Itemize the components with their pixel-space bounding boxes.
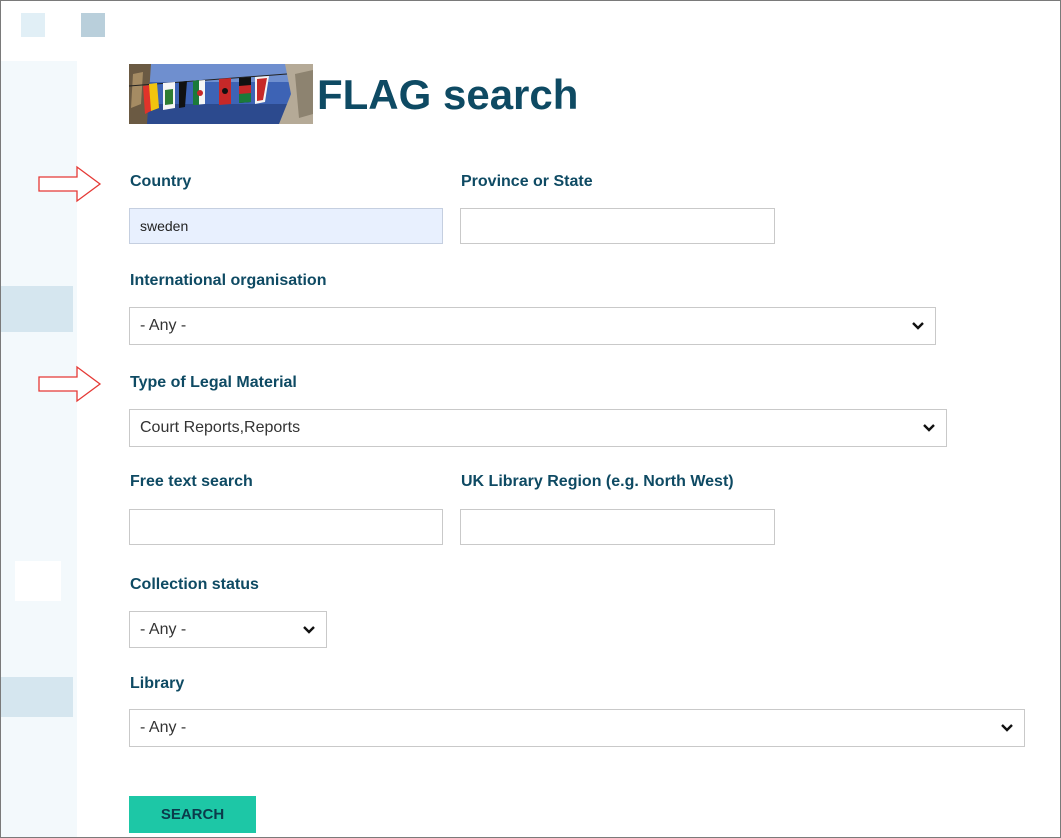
legal-material-selected: Court Reports,Reports [140,419,301,436]
free-text-label: Free text search [130,473,253,490]
annotation-arrow-icon [38,165,102,203]
intl-org-label: International organisation [130,272,327,289]
decorative-square [21,13,45,37]
country-label: Country [130,173,192,190]
free-text-input[interactable] [129,509,443,545]
chevron-down-icon [923,424,935,432]
chevron-down-icon [912,322,924,330]
browser-viewport: FLAG search Country sweden Province or S… [0,0,1061,838]
intl-org-select[interactable]: - Any - [129,307,936,345]
legal-material-label: Type of Legal Material [130,374,297,391]
chevron-down-icon [303,625,315,634]
faded-sidebar-block [1,677,73,717]
country-input-value: sweden [140,218,189,234]
uk-region-input[interactable] [460,509,775,545]
uk-region-label: UK Library Region (e.g. North West) [461,473,734,490]
faded-sidebar-block [1,286,73,332]
chevron-down-icon [1001,724,1013,732]
legal-material-select[interactable]: Court Reports,Reports [129,409,947,447]
page-title: FLAG search [317,71,579,118]
intl-org-selected: - Any - [140,317,187,334]
collection-status-label: Collection status [130,576,259,593]
decorative-square [81,13,105,37]
search-button[interactable]: SEARCH [129,796,256,833]
library-select[interactable]: - Any - [129,709,1025,747]
collection-status-select[interactable]: - Any - [129,611,327,648]
library-label: Library [130,675,185,692]
flags-banner-image [129,64,313,124]
library-selected: - Any - [140,719,187,736]
annotation-arrow-icon [38,365,102,403]
country-input[interactable]: sweden [129,208,443,244]
province-label: Province or State [461,173,593,190]
province-input[interactable] [460,208,775,244]
collection-status-selected: - Any - [140,620,187,638]
